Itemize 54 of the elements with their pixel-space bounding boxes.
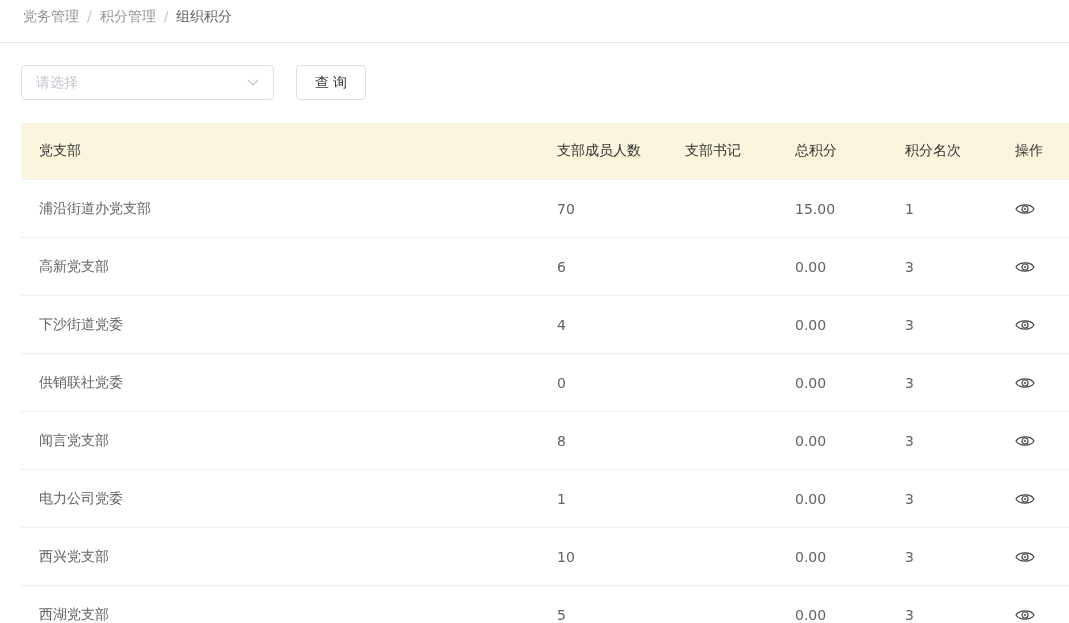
table-cell-text: 10 — [556, 548, 576, 565]
table-cell-text: 3 — [904, 432, 915, 449]
view-eye-icon[interactable] — [1015, 317, 1035, 332]
column-header: 积分名次 — [904, 142, 962, 160]
table-cell-text: 西湖党支部 — [38, 605, 110, 623]
table-cell-text: 0.00 — [794, 548, 828, 565]
column-header: 操作 — [1014, 142, 1044, 160]
table-cell-text: 高新党支部 — [38, 257, 110, 276]
table-cell-text: 3 — [904, 258, 915, 275]
table-cell-text: 3 — [904, 374, 915, 391]
branch-select[interactable]: 请选择 — [21, 65, 274, 100]
table-cell-text: 3 — [904, 316, 915, 333]
view-eye-icon[interactable] — [1015, 549, 1035, 564]
table-cell-text: 5 — [556, 606, 567, 623]
table-cell-text: 0 — [556, 374, 567, 391]
column-header: 党支部 — [38, 142, 82, 160]
breadcrumb-separator: / — [87, 7, 92, 25]
table-cell-text: 闻言党支部 — [38, 431, 110, 450]
breadcrumb-item: 组织积分 — [176, 7, 233, 25]
table-cell-text: 70 — [556, 200, 576, 217]
table-cell-text: 0.00 — [794, 490, 828, 507]
view-eye-icon[interactable] — [1015, 433, 1035, 448]
table-cell-text: 8 — [556, 432, 567, 449]
table-cell-text: 0.00 — [794, 374, 828, 391]
breadcrumb-separator: / — [163, 7, 169, 25]
table-cell-text: 浦沿街道办党支部 — [38, 199, 152, 218]
query-button[interactable]: 查 询 — [296, 65, 366, 100]
table-cell-text: 0.00 — [794, 258, 828, 275]
table-cell-text: 0.00 — [794, 606, 828, 623]
table-cell-text: 3 — [904, 490, 915, 507]
view-eye-icon[interactable] — [1015, 259, 1035, 274]
table-cell-text: 4 — [556, 316, 567, 333]
table-cell-text: 6 — [556, 258, 567, 275]
table-cell-text: 1 — [904, 200, 915, 217]
view-eye-icon[interactable] — [1015, 375, 1035, 390]
view-eye-icon[interactable] — [1015, 607, 1035, 622]
view-eye-icon[interactable] — [1015, 491, 1035, 506]
table-cell-text: 0.00 — [794, 316, 828, 333]
view-eye-icon[interactable] — [1015, 201, 1035, 216]
breadcrumb-item[interactable]: 党务管理 — [23, 7, 79, 25]
table-cell-text: 15.00 — [794, 200, 837, 217]
column-header: 支部书记 — [684, 142, 742, 160]
chevron-down-icon — [247, 79, 259, 86]
table-cell-text: 3 — [904, 606, 915, 623]
breadcrumb-item[interactable]: 积分管理 — [99, 7, 156, 25]
table-cell-text: 1 — [556, 490, 567, 507]
table-cell-text: 供销联社党委 — [38, 373, 124, 392]
table-cell-text: 3 — [904, 548, 915, 565]
table-cell-text: 下沙街道党委 — [38, 315, 124, 334]
column-header: 支部成员人数 — [556, 142, 642, 160]
table-cell-text: 西兴党支部 — [38, 547, 110, 566]
table-cell-text: 电力公司党委 — [38, 489, 124, 508]
table-cell-text: 0.00 — [794, 432, 828, 449]
column-header: 总积分 — [794, 142, 838, 160]
